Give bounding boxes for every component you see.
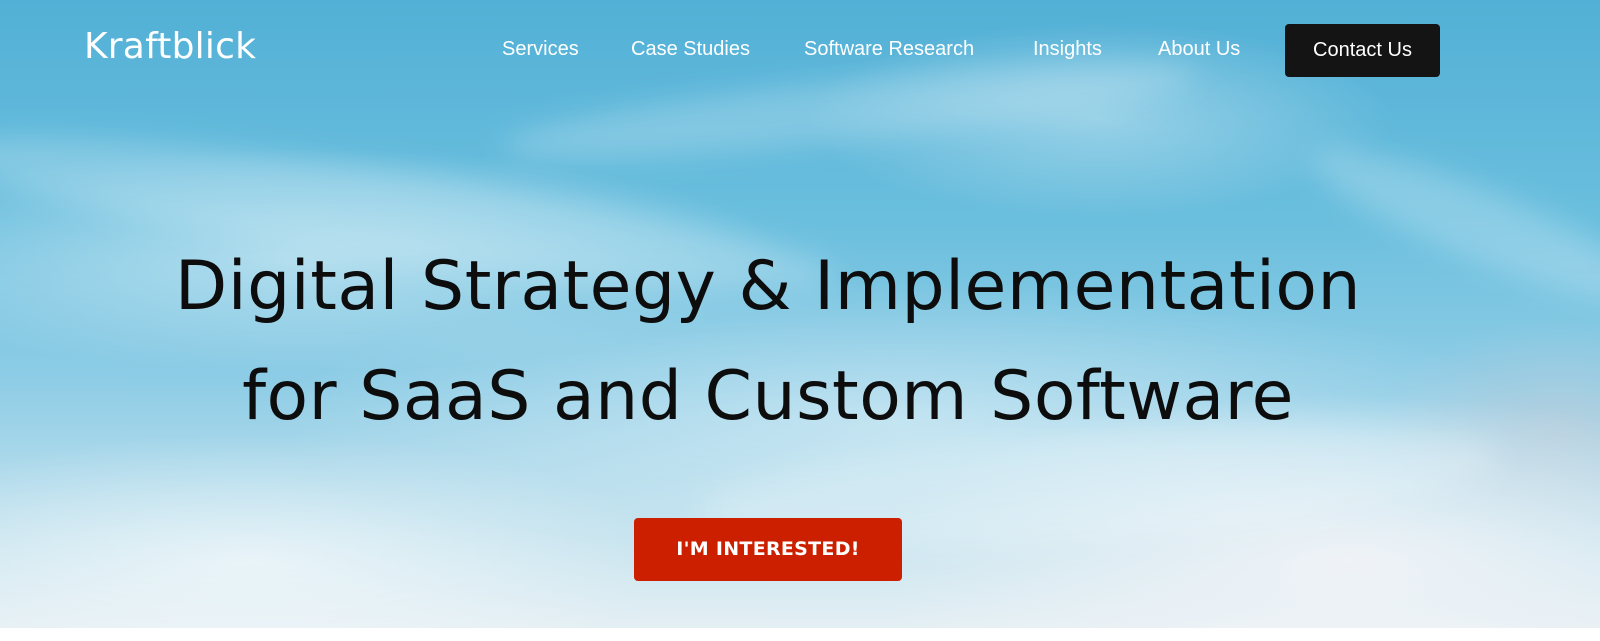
nav-link-insights[interactable]: Insights <box>1033 38 1102 61</box>
nav-link-software-research[interactable]: Software Research <box>804 38 974 61</box>
section-divider <box>0 628 1600 641</box>
top-navigation: Kraftblick Services Case Studies Softwar… <box>0 0 1600 100</box>
nav-link-case-studies[interactable]: Case Studies <box>631 38 750 61</box>
hero-headline-line-2: for SaaS and Custom Software <box>242 357 1294 436</box>
brand-logo[interactable]: Kraftblick <box>84 26 256 67</box>
nav-link-about-us[interactable]: About Us <box>1158 38 1240 61</box>
contact-us-button[interactable]: Contact Us <box>1285 24 1440 77</box>
hero-headline-line-1: Digital Strategy & Implementation <box>174 247 1362 326</box>
nav-link-services[interactable]: Services <box>502 38 579 61</box>
im-interested-button[interactable]: I'M INTERESTED! <box>634 518 902 581</box>
hero-headline: Digital Strategy & Implementation for Sa… <box>0 232 1536 452</box>
hero-section: Kraftblick Services Case Studies Softwar… <box>0 0 1600 641</box>
